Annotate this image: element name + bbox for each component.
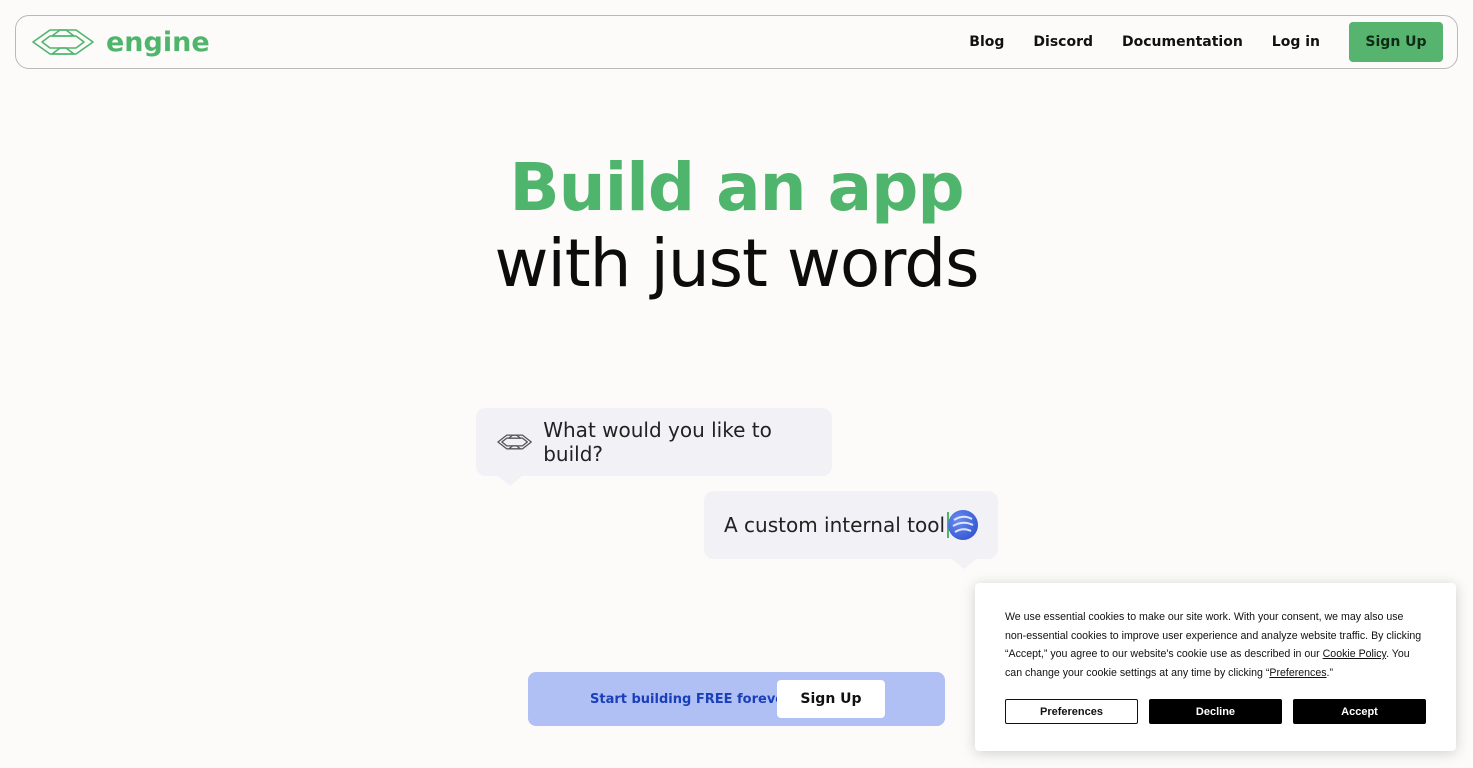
top-navbar: engine Blog Discord Documentation Log in… xyxy=(15,15,1458,69)
page: engine Blog Discord Documentation Log in… xyxy=(0,0,1473,768)
cta-signup-button[interactable]: Sign Up xyxy=(777,680,885,718)
cookie-text-3: .” xyxy=(1326,666,1333,679)
cookie-policy-link[interactable]: Cookie Policy xyxy=(1323,648,1386,660)
nav-link-login[interactable]: Log in xyxy=(1272,34,1320,50)
nav-link-blog[interactable]: Blog xyxy=(969,34,1004,50)
avatar-swirl-icon xyxy=(952,515,974,533)
chat-answer-text: A custom internal tool xyxy=(724,513,946,537)
cta-text: Start building FREE forever xyxy=(590,691,791,707)
nav-signup-button[interactable]: Sign Up xyxy=(1349,22,1443,62)
hero-title: with just words xyxy=(494,225,979,302)
double-chevron-logo-icon xyxy=(32,29,94,55)
brand-logo[interactable]: engine xyxy=(30,27,210,57)
cookie-decline-button[interactable]: Decline xyxy=(1149,699,1282,724)
cookie-message: We use essential cookies to make our sit… xyxy=(1005,608,1426,682)
cookie-banner: We use essential cookies to make our sit… xyxy=(975,583,1456,751)
nav-links: Blog Discord Documentation Log in Sign U… xyxy=(969,22,1443,62)
nav-link-discord[interactable]: Discord xyxy=(1033,34,1093,50)
double-chevron-icon xyxy=(497,434,532,450)
cookie-accept-button[interactable]: Accept xyxy=(1293,699,1426,724)
nav-link-documentation[interactable]: Documentation xyxy=(1122,34,1243,50)
hero-title-accent: Build an app xyxy=(509,149,964,226)
cookie-preferences-button[interactable]: Preferences xyxy=(1005,699,1138,724)
cookie-actions: Preferences Decline Accept xyxy=(1005,699,1426,724)
chat-question-bubble: What would you like to build? xyxy=(476,408,832,486)
cta-bar: Start building FREE forever Sign Up xyxy=(528,672,945,726)
cookie-preferences-link[interactable]: Preferences xyxy=(1269,667,1326,679)
chat-question-text: What would you like to build? xyxy=(543,418,772,466)
user-avatar-icon xyxy=(948,510,978,540)
chat-answer-bubble: A custom internal tool xyxy=(704,491,998,569)
brand-name: engine xyxy=(106,26,210,58)
